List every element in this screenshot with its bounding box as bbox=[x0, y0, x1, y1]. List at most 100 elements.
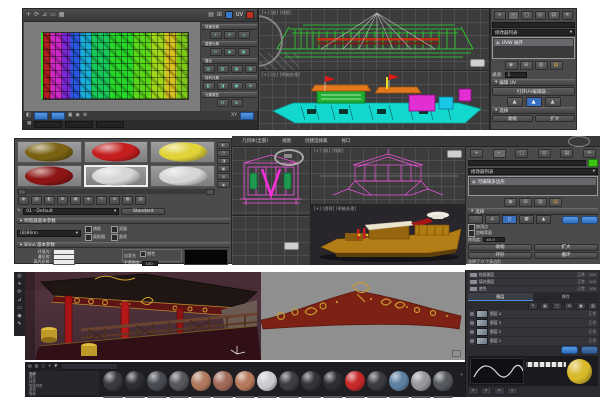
viewport-2d-texture[interactable] bbox=[261, 272, 465, 360]
qt-move-icon[interactable]: + bbox=[210, 31, 222, 39]
viewport-perspective-boat[interactable]: [+] [透视] [明暗处理] bbox=[310, 204, 466, 265]
shelf-view-large-icon[interactable]: ◻ bbox=[42, 364, 45, 368]
select-element-icon[interactable]: ▣ bbox=[68, 113, 73, 118]
material-name-dropdown[interactable]: 01 - Default▾ bbox=[23, 208, 119, 215]
slider-metallic[interactable]: 金属度 bbox=[468, 395, 598, 397]
move-icon[interactable]: + bbox=[26, 12, 31, 18]
loop-select-icon[interactable]: ⊕ bbox=[83, 113, 87, 118]
lock-icon[interactable]: ▦ bbox=[27, 122, 31, 127]
go-parent-icon[interactable]: ▥ bbox=[135, 196, 146, 205]
viewcube-icon[interactable] bbox=[568, 136, 590, 147]
stack-item-editable-poly[interactable]: ▣ 可编辑多边形 bbox=[470, 178, 596, 185]
material-thumb[interactable] bbox=[147, 371, 167, 398]
sample-type-icon[interactable]: ◐ bbox=[217, 142, 230, 149]
selection-filter-dropdown[interactable]: 几何体(全部) bbox=[242, 138, 268, 144]
channel-row[interactable]: 绘画图层 正常100 bbox=[468, 272, 598, 278]
shelf-view-grid-icon[interactable]: ▤ bbox=[28, 364, 32, 368]
element-subobject-icon[interactable]: ▲ bbox=[536, 215, 551, 224]
uv-grid-toggle-button[interactable] bbox=[240, 112, 254, 120]
prop-tab-icon[interactable]: ▸ bbox=[468, 387, 479, 395]
object-color-swatch[interactable] bbox=[588, 159, 598, 167]
get-material-icon[interactable]: ◉ bbox=[18, 196, 29, 205]
viewport-3d-textured-boat[interactable] bbox=[25, 272, 261, 360]
softsel-icon[interactable]: ◧ bbox=[26, 113, 31, 118]
uv-canvas[interactable] bbox=[24, 22, 201, 111]
prop-tab-icon[interactable]: ▸ bbox=[494, 387, 505, 395]
assign-material-icon[interactable]: ◧ bbox=[44, 196, 55, 205]
visibility-icon[interactable] bbox=[470, 321, 474, 325]
layer-row[interactable]: 图层 3正常 bbox=[468, 319, 598, 327]
arrange-pad-icon[interactable]: ⊞ bbox=[245, 82, 257, 90]
menu-viewport[interactable]: 视口 bbox=[342, 138, 351, 144]
motion-tab-icon[interactable]: ◎ bbox=[535, 11, 547, 20]
viewport-slider-handle[interactable] bbox=[447, 150, 462, 158]
shrink-button[interactable]: 收缩 bbox=[468, 244, 532, 251]
mirror-icon[interactable]: ▦ bbox=[59, 12, 65, 18]
rollout-blinn-basic[interactable]: ▾Blinn 基本参数 bbox=[17, 242, 230, 248]
create-tab-icon[interactable]: + bbox=[494, 11, 506, 20]
add-fill-layer-icon[interactable]: ▦ bbox=[540, 302, 550, 310]
show-end-result-icon[interactable]: ▦ bbox=[122, 196, 133, 205]
freeform-icon[interactable]: ▭ bbox=[50, 12, 56, 18]
faceted-checkbox[interactable]: 面状 bbox=[111, 234, 131, 241]
open-uv-editor-button[interactable]: 打开UV编辑器... bbox=[492, 87, 575, 96]
viewport-label[interactable]: [+] [透视] [明暗处理] bbox=[314, 206, 356, 212]
viewport-front-wireframe[interactable]: [+] [前] [线框] bbox=[259, 9, 489, 70]
marquee-tool-icon[interactable]: ▭ bbox=[17, 306, 22, 311]
add-mask-icon[interactable]: ◻ bbox=[552, 302, 562, 310]
menu-views[interactable]: 视图 bbox=[282, 138, 291, 144]
reshape-straighten-icon[interactable]: ◉ bbox=[224, 48, 236, 56]
reset-map-icon[interactable]: ⊞ bbox=[57, 196, 68, 205]
uv-vertex-mode-button[interactable] bbox=[34, 112, 48, 120]
material-thumb[interactable] bbox=[389, 371, 409, 398]
configure-modifier-icon[interactable]: ▤ bbox=[550, 61, 563, 70]
tiling-icon[interactable]: ▣ bbox=[217, 165, 230, 172]
pin-stack-icon[interactable]: ◉ bbox=[504, 198, 517, 207]
move-tool-icon[interactable]: + bbox=[17, 282, 21, 287]
utilities-tab-icon[interactable]: ✳ bbox=[562, 11, 574, 20]
toggle-2d-button[interactable] bbox=[561, 346, 578, 354]
backlight-icon[interactable]: ◳ bbox=[217, 150, 230, 157]
layer-row[interactable]: 图层 1正常 bbox=[468, 337, 598, 345]
stitch-2-icon[interactable]: ▥ bbox=[217, 65, 229, 73]
stitch-3-icon[interactable]: ▦ bbox=[231, 65, 243, 73]
display-tab-icon[interactable]: ▤ bbox=[560, 149, 573, 158]
rollout-edit-uv[interactable]: ▾编辑 UV bbox=[492, 79, 575, 86]
create-tab-icon[interactable]: + bbox=[470, 149, 483, 158]
rollout-shader-basic[interactable]: ▾明暗器基本参数 bbox=[17, 218, 230, 224]
material-slot[interactable] bbox=[150, 165, 215, 187]
modifier-list-dropdown[interactable]: 修改器列表▾ bbox=[468, 168, 598, 175]
background-icon[interactable]: ◨ bbox=[217, 158, 230, 165]
visibility-icon[interactable] bbox=[470, 330, 474, 334]
modifier-list-dropdown[interactable]: 修改器列表▾ bbox=[492, 29, 575, 36]
curve-editor[interactable] bbox=[470, 358, 524, 384]
configure-modifier-icon[interactable]: ▤ bbox=[549, 198, 562, 207]
visibility-icon[interactable] bbox=[470, 339, 474, 343]
hierarchy-tab-icon[interactable]: □ bbox=[515, 149, 528, 158]
show-map-icon[interactable]: ⊕ bbox=[109, 196, 120, 205]
qt-rotate-icon[interactable]: ⟳ bbox=[224, 31, 236, 39]
rotate-tool-icon[interactable]: ⟳ bbox=[17, 290, 21, 295]
grow-select-icon[interactable]: ◉ bbox=[75, 113, 79, 118]
object-name-field[interactable] bbox=[468, 160, 586, 166]
material-slot[interactable] bbox=[17, 141, 82, 163]
tab-layers[interactable]: 图层 bbox=[468, 293, 533, 301]
material-thumb[interactable] bbox=[191, 371, 211, 398]
viewport-label[interactable]: [+] [左] [明暗处理] bbox=[262, 72, 300, 78]
by-angle-field[interactable]: 45.0 bbox=[483, 237, 505, 242]
qt-align-icon[interactable]: ⊿ bbox=[238, 31, 250, 39]
scale-icon[interactable]: ⊿ bbox=[42, 12, 47, 18]
filter-funnel-icon[interactable]: ▼ bbox=[54, 364, 57, 368]
material-thumb[interactable] bbox=[213, 371, 233, 398]
rollout-selection[interactable]: ▾选择 bbox=[468, 208, 598, 215]
material-slot-selected[interactable] bbox=[84, 165, 149, 187]
shrink-button[interactable]: 收缩 bbox=[492, 115, 533, 122]
ring-button[interactable]: 环形 bbox=[468, 252, 532, 259]
video-check-icon[interactable]: ⊞ bbox=[217, 173, 230, 180]
border-subobject-icon[interactable]: ◻ bbox=[502, 215, 517, 224]
shelf-category-brushes[interactable]: 笔刷 bbox=[29, 392, 97, 396]
viewport-empty-grid[interactable] bbox=[232, 215, 310, 265]
grow-button[interactable]: 扩大 bbox=[534, 244, 598, 251]
material-id-icon[interactable]: ✎ bbox=[96, 196, 107, 205]
display-tab-icon[interactable]: ▤ bbox=[548, 11, 560, 20]
